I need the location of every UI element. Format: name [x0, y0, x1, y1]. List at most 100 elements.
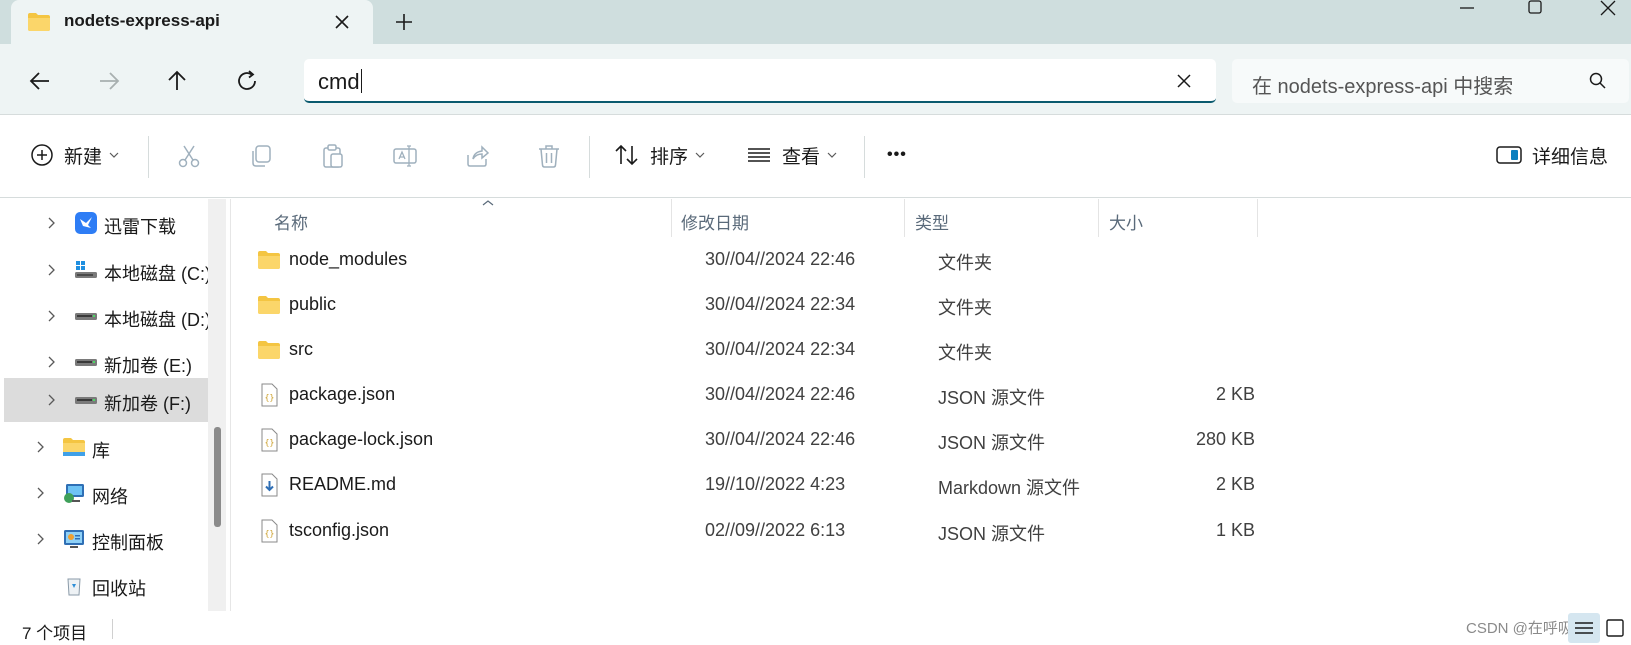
- maximize-icon[interactable]: [1512, 0, 1558, 20]
- file-type: JSON 源文件: [938, 524, 1046, 544]
- column-header-type[interactable]: 类型: [915, 209, 949, 234]
- column-header-size[interactable]: 大小: [1109, 209, 1143, 234]
- search-input[interactable]: 在 nodets-express-api 中搜索: [1252, 70, 1513, 99]
- column-divider[interactable]: [1257, 199, 1258, 237]
- column-divider[interactable]: [1098, 199, 1099, 237]
- svg-text:{}: {}: [265, 393, 275, 402]
- network-icon: [64, 484, 84, 503]
- chevron-down-icon: [109, 152, 119, 158]
- pane-divider[interactable]: [230, 199, 231, 611]
- file-name: package-lock.json: [289, 429, 434, 449]
- cut-icon[interactable]: [176, 143, 202, 169]
- drive-icon: [75, 313, 97, 320]
- file-type: JSON 源文件: [938, 388, 1046, 408]
- nav-item-label: 回收站: [92, 579, 146, 599]
- table-row[interactable]: {} package.json 30//04//2024 22:46 JSON …: [255, 372, 1255, 418]
- nav-item-drive-d[interactable]: 本地磁盘 (D:): [4, 294, 211, 338]
- nav-item-network[interactable]: 网络: [4, 471, 208, 515]
- minimize-icon[interactable]: [1444, 0, 1490, 20]
- chevron-right-icon[interactable]: [44, 354, 60, 370]
- chevron-right-icon[interactable]: [33, 531, 49, 547]
- nav-item-label: 网络: [92, 487, 128, 507]
- json-file-icon: {}: [261, 383, 278, 407]
- thunder-download-icon: [75, 212, 97, 234]
- nav-item-libraries[interactable]: 库: [4, 425, 208, 469]
- close-icon[interactable]: [330, 10, 354, 34]
- file-name: node_modules: [289, 249, 408, 269]
- chevron-right-icon[interactable]: [44, 392, 60, 408]
- address-bar[interactable]: cmd: [304, 59, 1216, 103]
- file-name: README.md: [289, 474, 397, 494]
- divider: [589, 136, 590, 178]
- tiles-view-icon[interactable]: [1605, 618, 1625, 638]
- back-arrow-icon[interactable]: [27, 68, 53, 94]
- refresh-icon[interactable]: [234, 68, 260, 94]
- file-type: Markdown 源文件: [938, 478, 1081, 498]
- column-header-date[interactable]: 修改日期: [681, 209, 749, 234]
- close-icon[interactable]: [1585, 0, 1631, 20]
- forward-arrow-icon[interactable]: [96, 68, 122, 94]
- table-row[interactable]: public 30//04//2024 22:34 文件夹: [255, 282, 1255, 328]
- nav-item-drive-c[interactable]: 本地磁盘 (C:): [4, 248, 211, 292]
- folder-icon: [28, 13, 50, 31]
- navigation-pane: 迅雷下载 本地磁盘 (C:) 本地磁盘 (D:) 新加卷 (E:) 新加卷 (F…: [0, 199, 231, 611]
- nav-item-control-panel[interactable]: 控制面板: [4, 517, 208, 561]
- file-date: 30//04//2024 22:46: [705, 384, 856, 404]
- file-list: 名称 修改日期 类型 大小 node_modules 30//04//2024 …: [232, 199, 1631, 611]
- chevron-right-icon[interactable]: [33, 439, 49, 455]
- nav-item-recycle-bin[interactable]: 回收站: [4, 563, 208, 607]
- table-row[interactable]: {} package-lock.json 30//04//2024 22:46 …: [255, 417, 1255, 463]
- copy-icon[interactable]: [248, 143, 274, 169]
- folder-icon: [258, 251, 280, 269]
- table-row[interactable]: {} tsconfig.json 02//09//2022 6:13 JSON …: [255, 508, 1255, 554]
- table-row[interactable]: src 30//04//2024 22:34 文件夹: [255, 327, 1255, 373]
- column-divider[interactable]: [904, 199, 905, 237]
- details-button[interactable]: 详细信息: [1496, 135, 1608, 175]
- search-icon[interactable]: [1588, 71, 1608, 91]
- chevron-right-icon[interactable]: [44, 308, 60, 324]
- plus-icon[interactable]: [392, 10, 416, 34]
- drive-icon: [75, 359, 97, 366]
- table-row[interactable]: node_modules 30//04//2024 22:46 文件夹: [255, 237, 1255, 283]
- tab-nodets-express-api[interactable]: nodets-express-api: [11, 0, 373, 44]
- address-input[interactable]: cmd: [318, 69, 362, 95]
- folder-icon: [258, 296, 280, 314]
- rename-icon[interactable]: [392, 143, 418, 169]
- column-divider[interactable]: [671, 199, 672, 237]
- file-type: 文件夹: [938, 253, 992, 273]
- view-button[interactable]: 查看: [746, 135, 838, 175]
- column-header-name[interactable]: 名称: [274, 209, 308, 234]
- share-icon[interactable]: [464, 143, 490, 169]
- nav-item-label: 本地磁盘 (D:): [104, 310, 211, 330]
- divider: [148, 136, 149, 178]
- file-name: src: [289, 339, 313, 359]
- table-row[interactable]: README.md 19//10//2022 4:23 Markdown 源文件…: [255, 462, 1255, 508]
- address-row: cmd 在 nodets-express-api 中搜索: [0, 44, 1631, 114]
- file-name: package.json: [289, 384, 396, 404]
- new-button[interactable]: 新建: [30, 135, 120, 175]
- more-button[interactable]: •••: [887, 135, 907, 175]
- nav-item-thunder-download[interactable]: 迅雷下载: [4, 201, 208, 245]
- file-size: 2 KB: [1215, 384, 1255, 404]
- up-arrow-icon[interactable]: [164, 68, 190, 94]
- new-label: 新建: [64, 146, 103, 168]
- paste-icon[interactable]: [320, 143, 346, 169]
- json-file-icon: {}: [261, 428, 278, 452]
- sort-button[interactable]: 排序: [614, 135, 706, 175]
- recycle-bin-icon: [67, 578, 81, 596]
- svg-text:{}: {}: [265, 529, 275, 538]
- scrollbar-thumb[interactable]: [214, 427, 221, 527]
- chevron-right-icon[interactable]: [44, 215, 60, 231]
- svg-text:{}: {}: [265, 438, 275, 447]
- chevron-right-icon[interactable]: [44, 262, 60, 278]
- search-box[interactable]: 在 nodets-express-api 中搜索: [1232, 59, 1629, 103]
- nav-item-drive-f[interactable]: 新加卷 (F:): [4, 378, 208, 422]
- delete-icon[interactable]: [536, 143, 562, 169]
- details-view-icon[interactable]: [1568, 613, 1600, 643]
- nav-scrollbar[interactable]: [208, 199, 226, 611]
- file-date: 30//04//2024 22:46: [705, 429, 856, 449]
- close-icon[interactable]: [1174, 71, 1194, 91]
- new-icon: [31, 144, 53, 166]
- chevron-right-icon[interactable]: [33, 485, 49, 501]
- file-date: 19//10//2022 4:23: [705, 474, 846, 494]
